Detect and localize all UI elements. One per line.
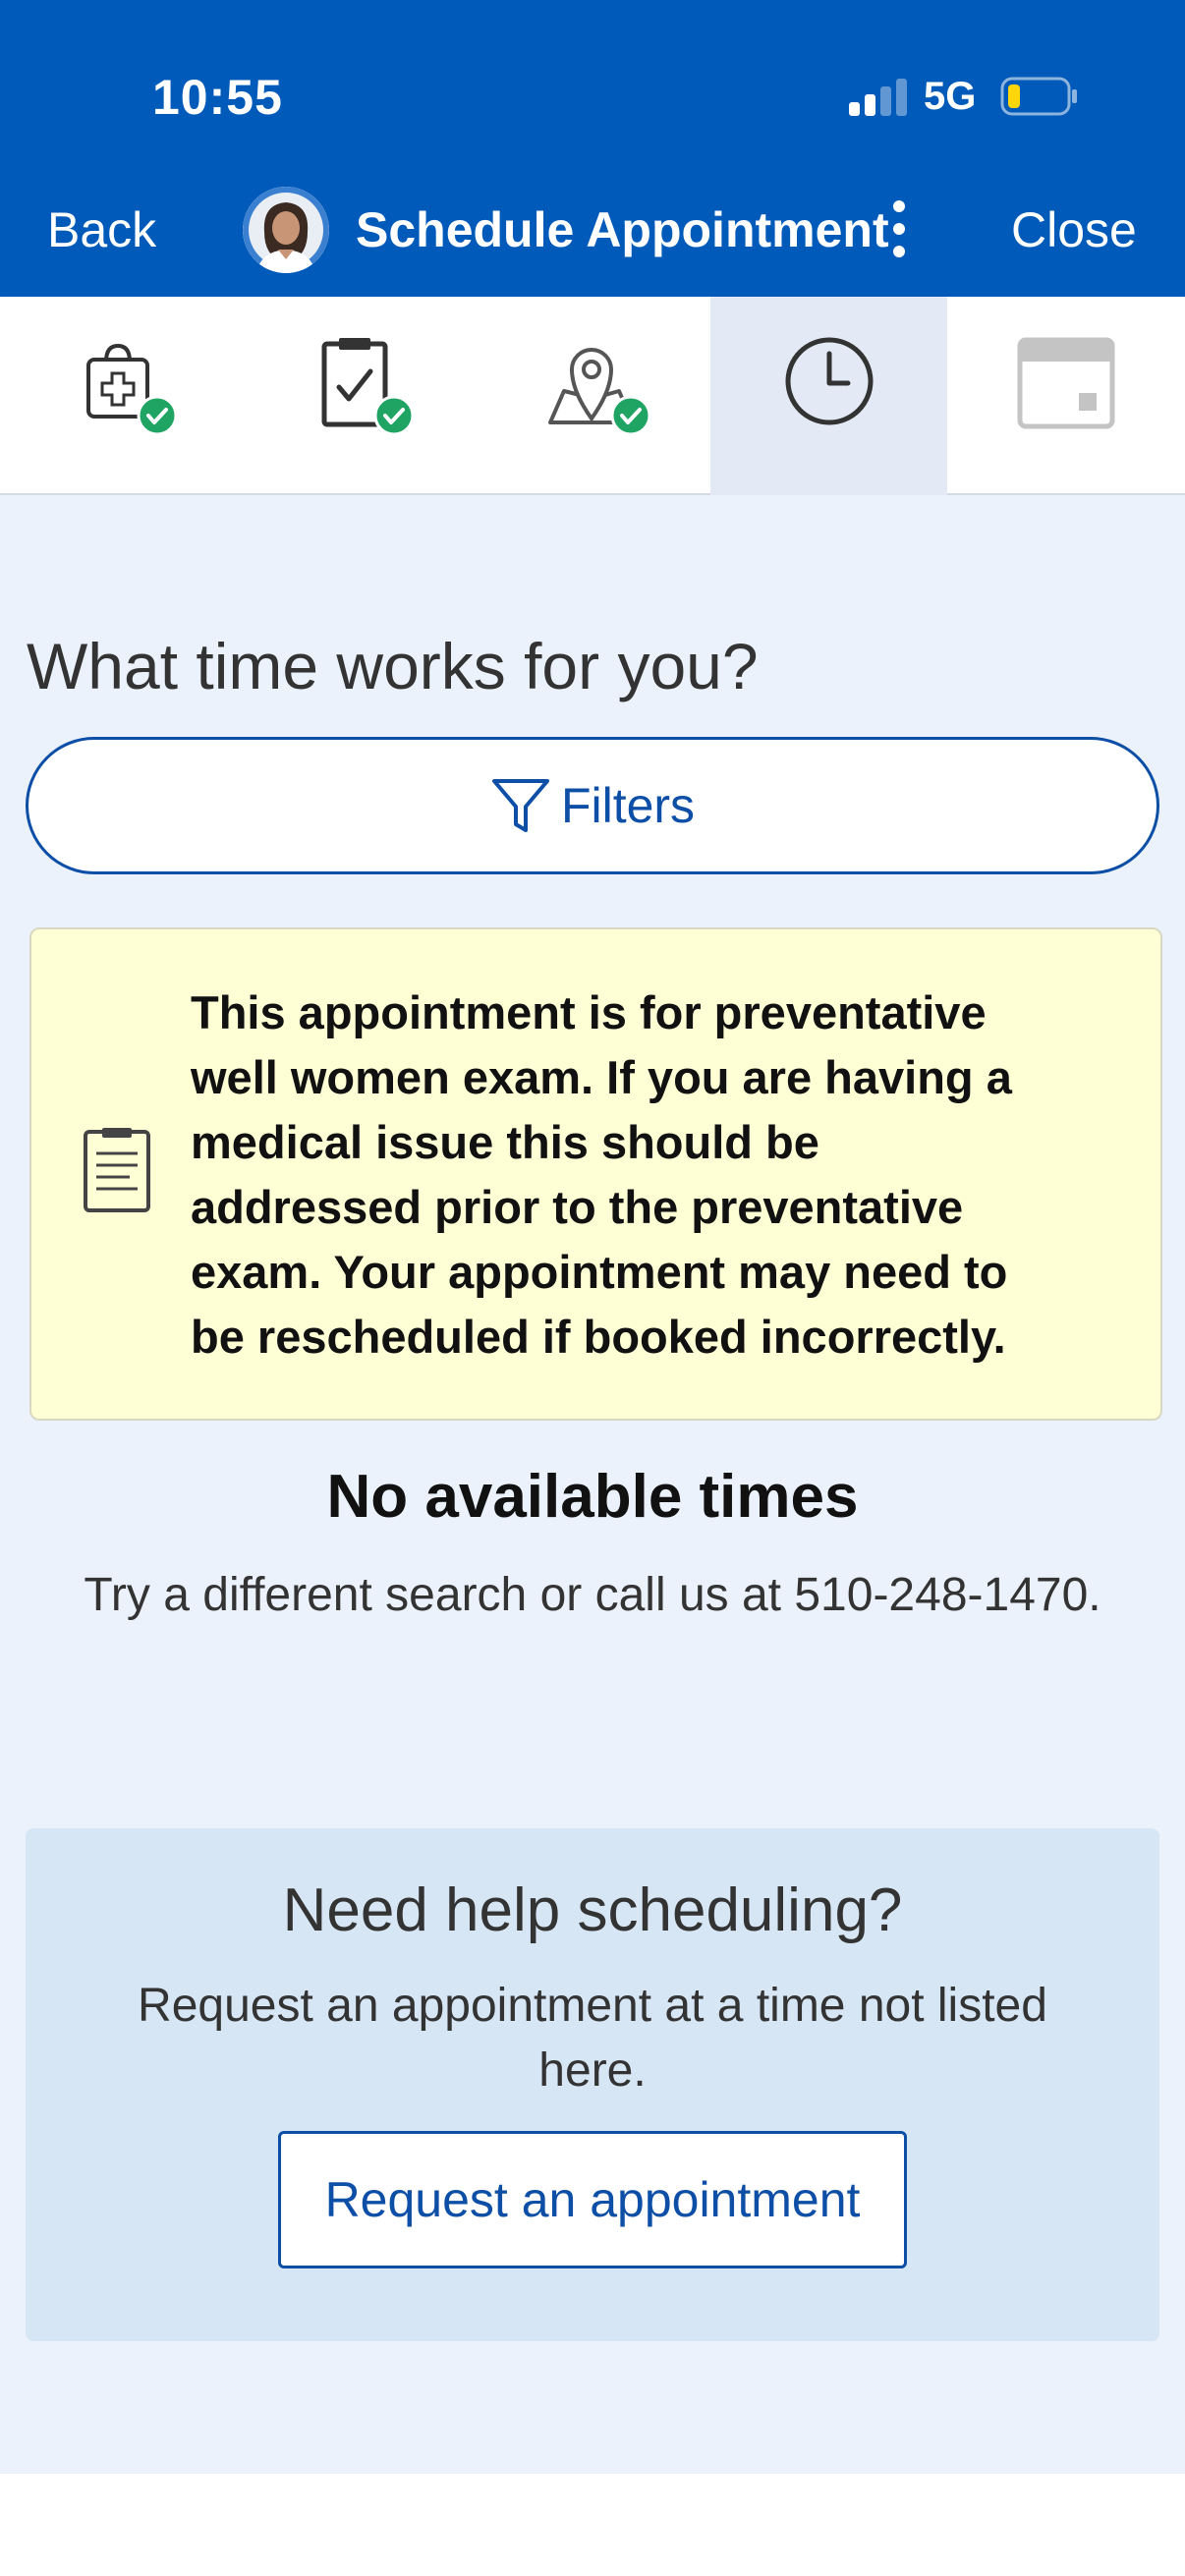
step-questions[interactable]	[237, 297, 474, 495]
no-times-message: Try a different search or call us at 510…	[84, 1569, 1101, 1621]
back-button[interactable]: Back	[47, 201, 156, 258]
kebab-menu-icon[interactable]	[884, 196, 914, 261]
close-button[interactable]: Close	[1011, 201, 1137, 258]
page-title: Schedule Appointment	[356, 202, 889, 257]
step-location[interactable]	[474, 297, 710, 495]
step-time[interactable]	[710, 297, 947, 495]
clipboard-check-icon	[321, 338, 415, 436]
cellular-signal-icon	[849, 79, 908, 116]
appointment-notice: This appointment is for preventative wel…	[29, 927, 1162, 1421]
map-pin-icon	[548, 348, 651, 436]
main-content: What time works for you? Filters This ap…	[0, 495, 1185, 2474]
medical-bag-icon	[86, 343, 178, 436]
clock-icon	[785, 337, 874, 425]
app-header: 10:55 5G Back Schedule Appointment Close	[0, 0, 1185, 297]
filters-button[interactable]: Filters	[26, 737, 1159, 874]
no-times-title: No available times	[326, 1463, 859, 1531]
help-title: Need help scheduling?	[282, 1876, 903, 1944]
section-heading: What time works for you?	[27, 630, 759, 702]
footer-area	[0, 2474, 1185, 2576]
help-subtitle: Request an appointment at a time not lis…	[138, 1980, 1047, 2097]
status-time: 10:55	[152, 70, 283, 125]
step-progress-bar	[0, 297, 1185, 495]
step-date[interactable]	[947, 297, 1184, 495]
network-type: 5G	[924, 75, 977, 118]
calendar-icon	[1017, 337, 1115, 429]
filter-funnel-icon	[491, 779, 549, 832]
battery-icon	[1000, 77, 1077, 116]
clipboard-note-icon	[84, 1128, 150, 1212]
provider-avatar	[243, 187, 329, 273]
help-scheduling-card: Need help scheduling? Request an appoint…	[26, 1828, 1159, 2341]
notice-text: This appointment is for preventative wel…	[191, 986, 1012, 1363]
request-appointment-button[interactable]: Request an appointment	[278, 2131, 907, 2268]
filters-label: Filters	[560, 778, 696, 833]
step-visit-type[interactable]	[0, 297, 237, 495]
